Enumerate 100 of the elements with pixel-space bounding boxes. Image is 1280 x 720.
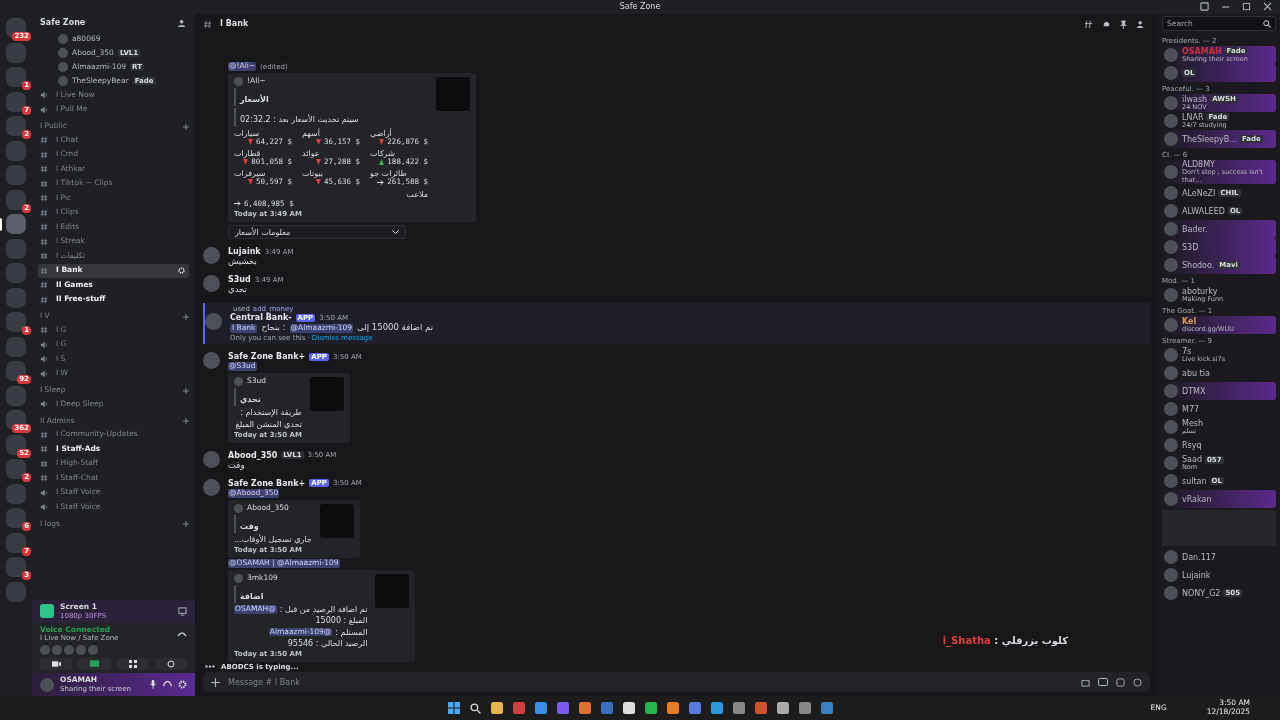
member-item[interactable]: Lujaink	[1162, 566, 1276, 585]
member-item[interactable]: M77	[1162, 400, 1276, 419]
author-avatar	[234, 77, 243, 87]
screen-icon	[89, 660, 99, 669]
gear-icon[interactable]	[178, 267, 185, 275]
embed-title: الأسعار	[240, 95, 269, 105]
member-avatar	[1164, 492, 1178, 507]
trend-down-icon	[379, 139, 385, 146]
embed-text: الرصيد الحالي : 95546	[287, 638, 368, 648]
author-name[interactable]: Lujaink	[228, 247, 261, 257]
add-member-icon[interactable]	[178, 18, 187, 28]
member-item[interactable]: S3D	[1162, 238, 1276, 257]
channel-title: I Bank	[220, 19, 249, 29]
author-name[interactable]: Safe Zone Bank+	[228, 352, 306, 362]
user-avatar[interactable]	[205, 313, 222, 331]
activities-button[interactable]	[116, 658, 149, 671]
hash-icon	[40, 266, 48, 275]
screen-share-button[interactable]	[78, 658, 111, 671]
settings-icon[interactable]	[178, 680, 187, 690]
message-text: تم اضافة 15000 إلى	[357, 323, 434, 334]
server-name[interactable]: Safe Zone	[40, 18, 86, 28]
member-name: ilwash	[1182, 94, 1208, 104]
chevron-down-icon	[392, 229, 399, 235]
author-avatar	[234, 376, 243, 386]
member-avatar	[1164, 204, 1178, 219]
member-item[interactable]: Bader.	[1162, 220, 1276, 239]
hash-icon	[40, 179, 48, 188]
gif-icon[interactable]	[1098, 678, 1108, 686]
member-item[interactable]: Dan.117	[1162, 548, 1276, 567]
member-item[interactable]: Rsyq	[1162, 436, 1276, 455]
embed-text: المبلغ : 15000	[315, 616, 368, 626]
stock-name: قطارات	[234, 148, 261, 158]
embed-text: المستلم :	[335, 627, 368, 637]
member-name: ALD8MY	[1182, 160, 1215, 170]
stock-name: عوائد	[302, 148, 320, 158]
author-avatar	[234, 503, 243, 513]
member-avatar	[1164, 318, 1178, 333]
member-name: Dan.117	[1182, 552, 1216, 562]
member-avatar	[1164, 586, 1178, 601]
hash-icon	[40, 430, 48, 439]
member-item[interactable]: DTMX	[1162, 382, 1276, 401]
close-icon[interactable]	[1263, 2, 1272, 11]
author-name[interactable]: S3ud	[228, 275, 251, 285]
soundboard-button[interactable]	[154, 658, 187, 671]
stock-name: سيارات	[234, 128, 260, 138]
app-icon[interactable]	[534, 702, 547, 714]
member-name: OSAMAH	[1182, 46, 1222, 56]
app-icon[interactable]	[644, 702, 657, 714]
user-avatar[interactable]	[203, 450, 220, 468]
member-avatar	[1164, 165, 1178, 180]
member-name: Shodoo.	[1182, 260, 1215, 270]
author-name[interactable]: Safe Zone Bank+	[228, 478, 306, 488]
camera-button[interactable]	[40, 658, 73, 671]
thumbnail-placeholder	[309, 376, 344, 411]
sticker-icon[interactable]	[1116, 677, 1125, 687]
member-name: abu tia	[1182, 368, 1210, 378]
user-avatar[interactable]	[203, 478, 220, 496]
microphone-icon[interactable]	[149, 680, 157, 690]
member-avatar	[1164, 384, 1178, 399]
stock-name: أسهم	[302, 128, 320, 139]
trend-down-icon	[315, 159, 321, 166]
member-avatar	[1164, 240, 1178, 255]
member-name: Lujaink	[1182, 570, 1211, 580]
member-name: Mesh	[1182, 419, 1204, 429]
member-name: TheSleepyB...	[1182, 134, 1237, 144]
member-item[interactable]: vRakan	[1162, 490, 1276, 509]
search-icon[interactable]	[469, 702, 481, 714]
app-icon[interactable]	[578, 702, 591, 714]
stock-name: بيوتات	[302, 168, 323, 178]
hash-icon	[40, 136, 48, 145]
author-name[interactable]: Central Bank-	[230, 313, 292, 323]
monitor-icon[interactable]	[178, 606, 187, 616]
maximize-icon[interactable]	[1242, 2, 1251, 11]
member-item[interactable]: abu tia	[1162, 364, 1276, 383]
add-icon[interactable]	[211, 677, 220, 687]
threads-icon[interactable]	[1085, 19, 1094, 29]
members-icon[interactable]	[1136, 19, 1146, 29]
app-icon[interactable]	[666, 702, 679, 714]
member-avatar	[1164, 114, 1178, 129]
hash-icon	[40, 295, 48, 304]
member-name: vRakan	[1182, 494, 1212, 504]
user-avatar[interactable]	[203, 275, 220, 293]
user-avatar[interactable]	[203, 352, 220, 370]
hash-icon	[40, 281, 48, 290]
app-icon[interactable]	[490, 702, 503, 714]
member-name: ALeNeZI	[1182, 188, 1216, 198]
app-icon[interactable]	[710, 702, 723, 714]
inbox-icon[interactable]	[1200, 2, 1209, 11]
arrow-icon	[234, 201, 241, 207]
windows-icon[interactable]	[447, 702, 460, 714]
user-avatar[interactable]	[203, 247, 220, 265]
app-icon[interactable]	[776, 702, 789, 714]
speaker-icon	[40, 503, 48, 512]
speaker-icon	[40, 488, 48, 497]
author-name[interactable]: Abood_350	[228, 450, 278, 460]
typing-dots-icon	[205, 665, 215, 669]
pin-icon[interactable]	[1119, 19, 1128, 29]
member-avatar	[1164, 66, 1178, 81]
app-icon[interactable]	[622, 702, 635, 714]
select-menu[interactable]: معلومات الأسعار	[228, 225, 406, 240]
